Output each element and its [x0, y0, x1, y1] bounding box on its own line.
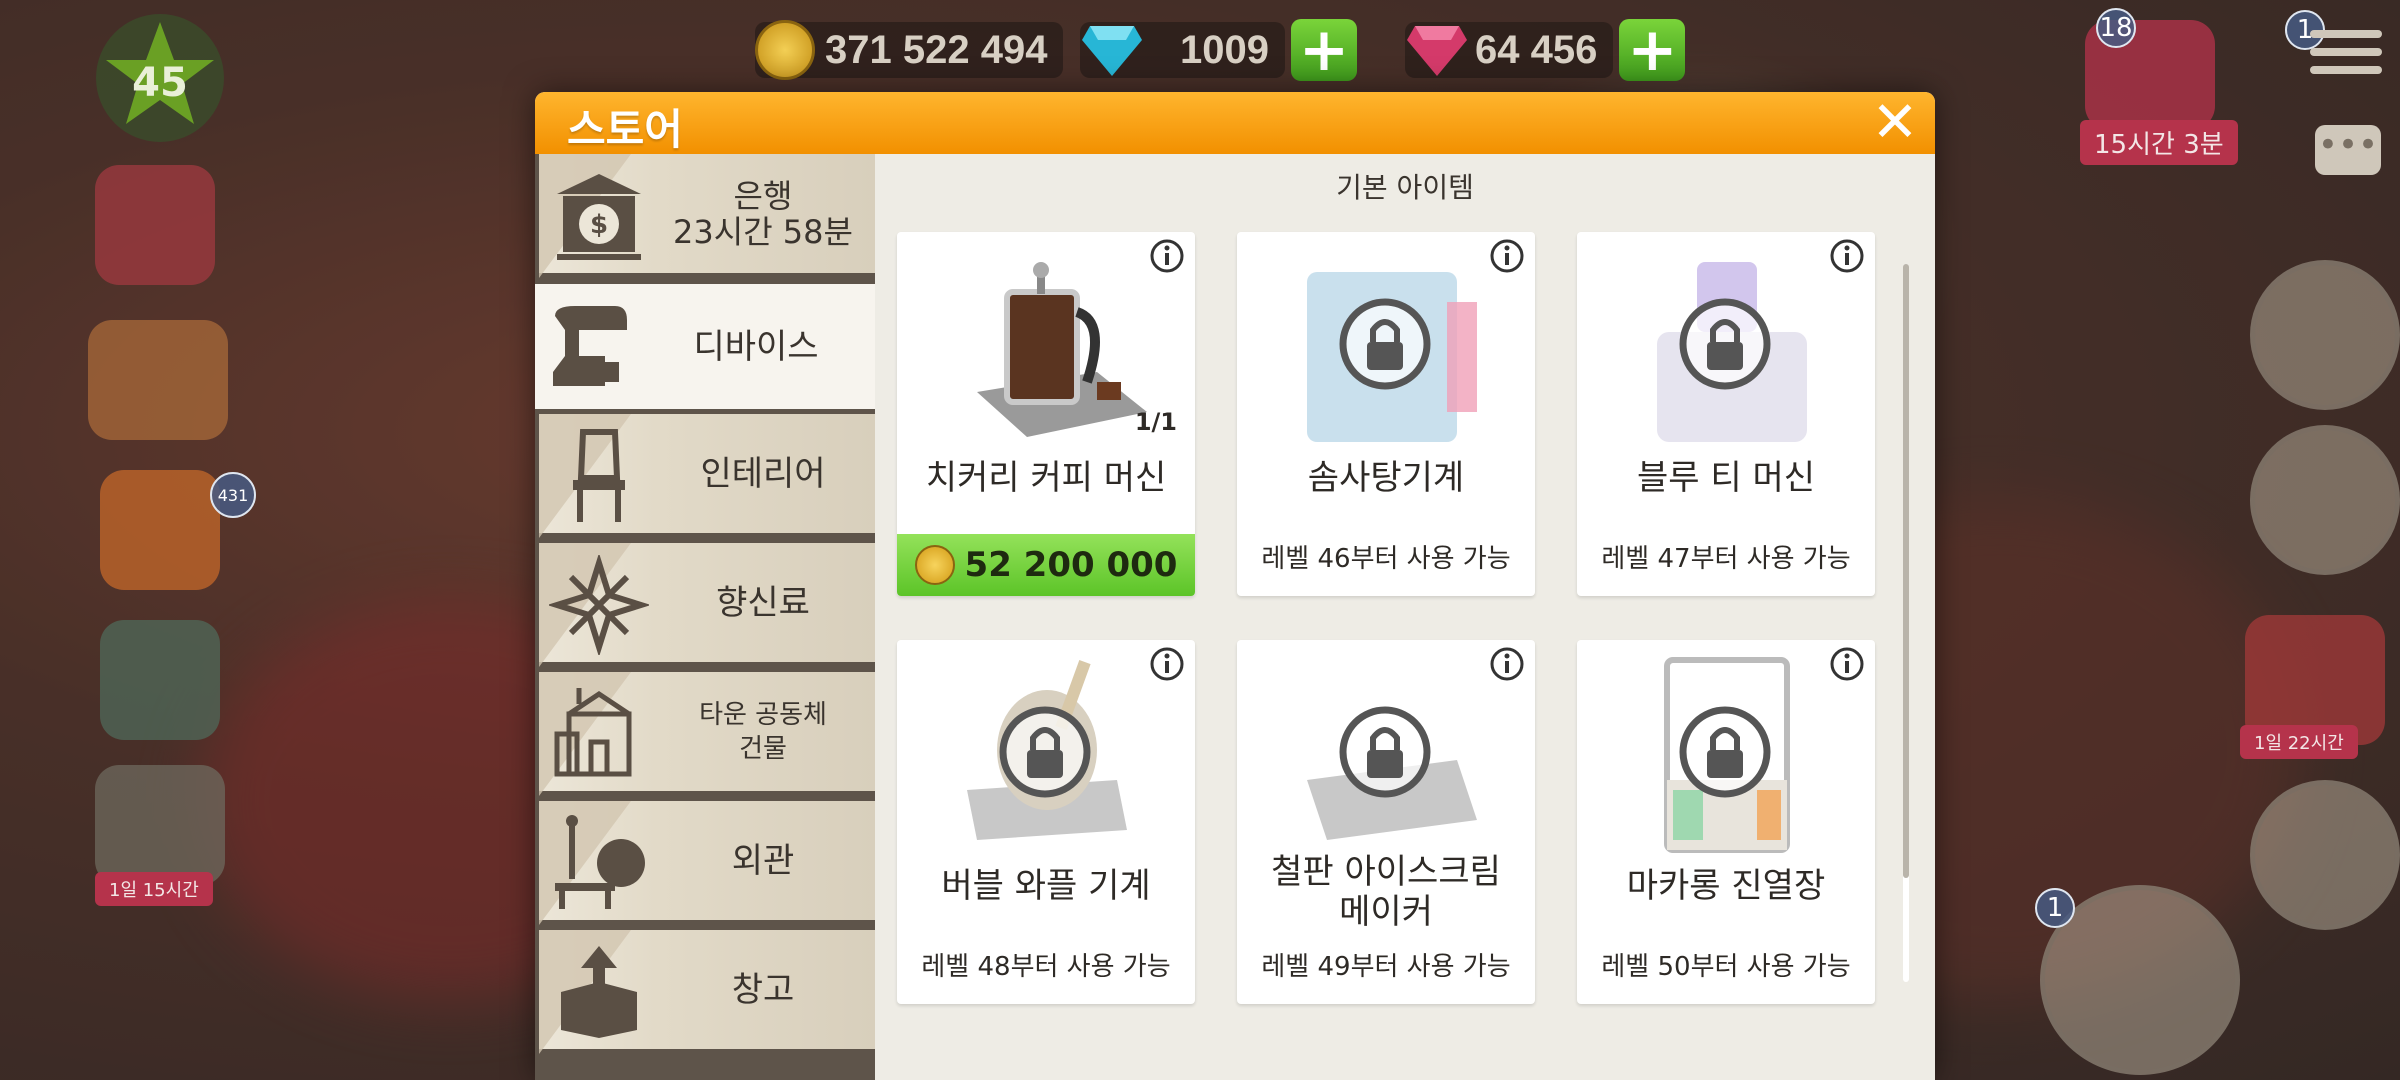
- gift-count-badge: 431: [210, 472, 256, 518]
- item-card[interactable]: 블루 티 머신 레벨 47부터 사용 가능: [1577, 232, 1875, 596]
- category-label: 창고: [731, 969, 795, 1010]
- item-name: 마카롱 진열장: [1626, 866, 1826, 906]
- ruby-icon: [1407, 26, 1467, 76]
- bench-tree-icon: [555, 815, 645, 909]
- diamond-icon: [1082, 26, 1142, 76]
- item-name: 치커리 커피 머신: [925, 458, 1167, 498]
- diamond-counter: 1009 +: [1080, 18, 1357, 82]
- unlock-requirement: 레벨 49부터 사용 가능: [1261, 952, 1511, 982]
- item-name: 솜사탕기계: [1307, 458, 1465, 498]
- info-icon[interactable]: [1149, 646, 1185, 682]
- ruby-counter: 64 456 +: [1405, 18, 1686, 82]
- coin-icon: [914, 545, 955, 585]
- category-sidebar: $ 은행 23시간 58분 디바이스 인테리어 향신료 타운 공동체 건물 외관…: [535, 154, 875, 1080]
- item-card[interactable]: 철판 아이스크림 메이커 레벨 49부터 사용 가능: [1237, 640, 1535, 1004]
- bank-icon: $: [557, 174, 641, 260]
- store-panel: 스토어 ✕ $ 은행 23시간 58분 디바이스 인테리어 향신료 타운 공동체…: [535, 92, 1935, 1080]
- category-storage[interactable]: 창고: [539, 930, 875, 1054]
- town-building-icon: [554, 688, 632, 777]
- item-name: 버블 와플 기계: [941, 866, 1151, 906]
- price-value: 52 200 000: [964, 545, 1178, 585]
- menu-icon[interactable]: [2310, 30, 2382, 78]
- close-button[interactable]: ✕: [1869, 95, 1921, 151]
- chair-icon: [573, 429, 625, 522]
- category-spices[interactable]: 향신료: [539, 543, 875, 667]
- category-interior[interactable]: 인테리어: [539, 414, 875, 538]
- buy-diamonds-button[interactable]: +: [1290, 19, 1357, 81]
- level-number: 45: [132, 60, 188, 106]
- gift-basket-badge: 18: [2096, 8, 2136, 48]
- info-icon[interactable]: [1489, 238, 1525, 274]
- category-label: 은행 23시간 58분: [673, 176, 853, 251]
- unlock-requirement: 레벨 46부터 사용 가능: [1261, 544, 1511, 574]
- menu-board-button[interactable]: [2250, 780, 2400, 930]
- item-card[interactable]: 1/1 치커리 커피 머신 52 200 000: [897, 232, 1195, 596]
- category-exterior[interactable]: 외관: [539, 801, 875, 925]
- balloon-timer: 1일 22시간: [2240, 725, 2358, 759]
- unlock-requirement: 레벨 50부터 사용 가능: [1601, 952, 1851, 982]
- search-icon[interactable]: [95, 765, 225, 885]
- gift-icon[interactable]: [100, 470, 220, 590]
- item-name: 블루 티 머신: [1636, 458, 1815, 498]
- scrollbar[interactable]: [1903, 264, 1909, 982]
- stock-count: 1/1: [1134, 408, 1177, 436]
- info-icon[interactable]: [1829, 238, 1865, 274]
- item-card[interactable]: 마카롱 진열장 레벨 50부터 사용 가능: [1577, 640, 1875, 1004]
- unlock-requirement: 레벨 47부터 사용 가능: [1601, 544, 1851, 574]
- store-header: 스토어 ✕: [535, 92, 1935, 154]
- item-card[interactable]: 솜사탕기계 레벨 46부터 사용 가능: [1237, 232, 1535, 596]
- store-title: 스토어: [567, 105, 683, 154]
- event-timer-label: 1일 15시간: [95, 872, 213, 906]
- category-label: 외관: [731, 840, 795, 881]
- category-label: 타운 공동체 건물: [699, 699, 827, 764]
- star-anise-icon: [549, 555, 649, 655]
- section-title: 기본 아이템: [1336, 171, 1474, 204]
- spice-box-icon[interactable]: [88, 320, 228, 440]
- category-label: 인테리어: [700, 453, 826, 494]
- category-bank[interactable]: $ 은행 23시간 58분: [539, 154, 875, 278]
- buy-rubies-button[interactable]: +: [1619, 19, 1686, 81]
- info-icon[interactable]: [1149, 238, 1185, 274]
- coin-counter: 371 522 494: [755, 18, 1064, 82]
- info-icon[interactable]: [1489, 646, 1525, 682]
- chat-icon[interactable]: •••: [2315, 125, 2381, 175]
- level-star-icon[interactable]: 45: [92, 10, 228, 146]
- orders-button[interactable]: [2250, 425, 2400, 575]
- coin-icon: [755, 20, 815, 80]
- gift-basket-timer: 15시간 3분: [2080, 120, 2238, 165]
- item-name: 철판 아이스크림 메이커: [1271, 852, 1501, 932]
- info-icon[interactable]: [1829, 646, 1865, 682]
- category-devices[interactable]: 디바이스: [535, 284, 875, 414]
- tasks-clipboard-icon[interactable]: [95, 165, 215, 285]
- scrollbar-thumb[interactable]: [1903, 264, 1909, 878]
- buy-price-button[interactable]: 52 200 000: [897, 534, 1195, 596]
- store-content: 기본 아이템 1/1 치커리 커피 머신 52 200 000 솜사탕기계 레벨…: [875, 154, 1935, 1080]
- category-town-buildings[interactable]: 타운 공동체 건물: [539, 672, 875, 796]
- box-icon: [561, 946, 637, 1038]
- unlock-requirement: 레벨 48부터 사용 가능: [921, 952, 1171, 982]
- category-label: 향신료: [716, 582, 810, 623]
- item-card[interactable]: 버블 와플 기계 레벨 48부터 사용 가능: [897, 640, 1195, 1004]
- svg-text:$: $: [590, 210, 608, 240]
- daily-gift-button[interactable]: [2250, 260, 2400, 410]
- category-label: 디바이스: [693, 326, 819, 367]
- register-badge: 1: [2035, 888, 2075, 928]
- cube-icon[interactable]: [100, 620, 220, 740]
- mixer-icon: [553, 306, 627, 386]
